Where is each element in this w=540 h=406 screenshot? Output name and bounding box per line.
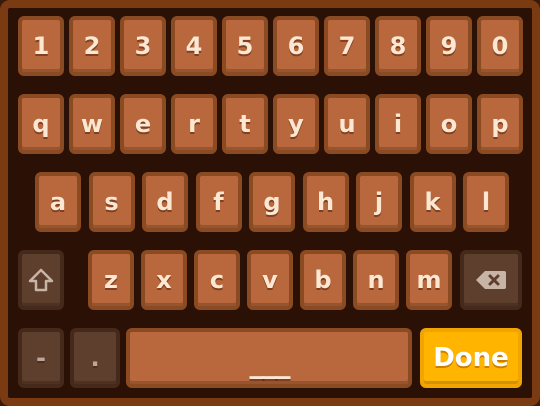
key-label: t bbox=[239, 110, 251, 138]
backspace-icon bbox=[475, 269, 507, 291]
key-label: e bbox=[134, 110, 152, 138]
key-t[interactable]: t bbox=[222, 94, 268, 154]
key-label: y bbox=[288, 110, 304, 138]
key-label: v bbox=[262, 266, 278, 294]
key-k[interactable]: k bbox=[409, 172, 456, 232]
key-label: z bbox=[104, 266, 118, 294]
key-9[interactable]: 9 bbox=[426, 16, 472, 76]
key-i[interactable]: i bbox=[375, 94, 421, 154]
key-label: b bbox=[314, 266, 332, 294]
key-label: 8 bbox=[389, 32, 407, 60]
key-g[interactable]: g bbox=[249, 172, 295, 232]
key-l[interactable]: l bbox=[463, 172, 509, 232]
key-label: f bbox=[213, 188, 224, 216]
dash-label: - bbox=[36, 344, 46, 372]
key-label: h bbox=[316, 188, 335, 216]
shift-key[interactable] bbox=[18, 250, 64, 310]
key-label: l bbox=[481, 188, 491, 216]
key-f[interactable]: f bbox=[195, 172, 242, 232]
key-m[interactable]: m bbox=[406, 250, 452, 310]
key-label: w bbox=[80, 110, 104, 138]
key-label: p bbox=[491, 110, 509, 138]
key-label: n bbox=[367, 266, 385, 294]
key-p[interactable]: p bbox=[477, 94, 523, 154]
key-j[interactable]: j bbox=[356, 172, 402, 232]
key-label: o bbox=[440, 110, 458, 138]
key-label: 3 bbox=[134, 32, 152, 60]
key-6[interactable]: 6 bbox=[273, 16, 319, 76]
key-label: 4 bbox=[185, 32, 203, 60]
key-z[interactable]: z bbox=[88, 250, 134, 310]
key-label: c bbox=[209, 266, 225, 294]
key-4[interactable]: 4 bbox=[171, 16, 217, 76]
key-5[interactable]: 5 bbox=[222, 16, 268, 76]
key-0[interactable]: 0 bbox=[477, 16, 523, 76]
key-8[interactable]: 8 bbox=[375, 16, 421, 76]
key-d[interactable]: d bbox=[142, 172, 188, 232]
period-key[interactable]: . bbox=[70, 328, 120, 388]
key-s[interactable]: s bbox=[88, 172, 135, 232]
key-r[interactable]: r bbox=[171, 94, 217, 154]
key-x[interactable]: x bbox=[141, 250, 187, 310]
shift-arrow-icon bbox=[28, 267, 54, 293]
key-q[interactable]: q bbox=[18, 94, 64, 154]
key-label: 7 bbox=[338, 32, 356, 60]
space-label: ___ bbox=[249, 344, 291, 380]
key-1[interactable]: 1 bbox=[18, 16, 64, 76]
key-u[interactable]: u bbox=[324, 94, 370, 154]
key-h[interactable]: h bbox=[302, 172, 349, 232]
key-label: 5 bbox=[236, 32, 254, 60]
key-label: 6 bbox=[287, 32, 305, 60]
key-label: q bbox=[32, 110, 50, 138]
key-label: r bbox=[188, 110, 200, 138]
key-c[interactable]: c bbox=[194, 250, 240, 310]
key-a[interactable]: a bbox=[35, 172, 81, 232]
key-n[interactable]: n bbox=[353, 250, 399, 310]
key-label: 1 bbox=[32, 32, 50, 60]
key-2[interactable]: 2 bbox=[69, 16, 115, 76]
key-label: x bbox=[156, 266, 172, 294]
period-label: . bbox=[90, 344, 100, 372]
key-7[interactable]: 7 bbox=[324, 16, 370, 76]
key-3[interactable]: 3 bbox=[120, 16, 166, 76]
key-label: g bbox=[263, 188, 281, 216]
key-y[interactable]: y bbox=[273, 94, 319, 154]
space-key[interactable]: ___ bbox=[126, 328, 412, 388]
done-label: Done bbox=[433, 343, 509, 373]
key-label: k bbox=[424, 188, 441, 216]
key-label: j bbox=[374, 188, 384, 216]
key-label: d bbox=[156, 188, 174, 216]
keyboard-panel: 1 2 3 4 5 6 7 8 9 0 q w e r t y u i o p a s d f g h j k l z x c v b n m - .… bbox=[0, 0, 540, 406]
key-label: 9 bbox=[440, 32, 458, 60]
key-o[interactable]: o bbox=[426, 94, 472, 154]
done-button[interactable]: Done bbox=[420, 328, 522, 388]
key-label: m bbox=[416, 266, 442, 294]
key-e[interactable]: e bbox=[120, 94, 166, 154]
dash-key[interactable]: - bbox=[18, 328, 64, 388]
backspace-key[interactable] bbox=[460, 250, 522, 310]
key-w[interactable]: w bbox=[69, 94, 115, 154]
key-v[interactable]: v bbox=[247, 250, 293, 310]
key-label: u bbox=[338, 110, 356, 138]
key-label: s bbox=[104, 188, 119, 216]
key-b[interactable]: b bbox=[300, 250, 346, 310]
key-label: 0 bbox=[491, 32, 509, 60]
key-label: 2 bbox=[83, 32, 101, 60]
key-label: i bbox=[393, 110, 403, 138]
key-label: a bbox=[49, 188, 67, 216]
